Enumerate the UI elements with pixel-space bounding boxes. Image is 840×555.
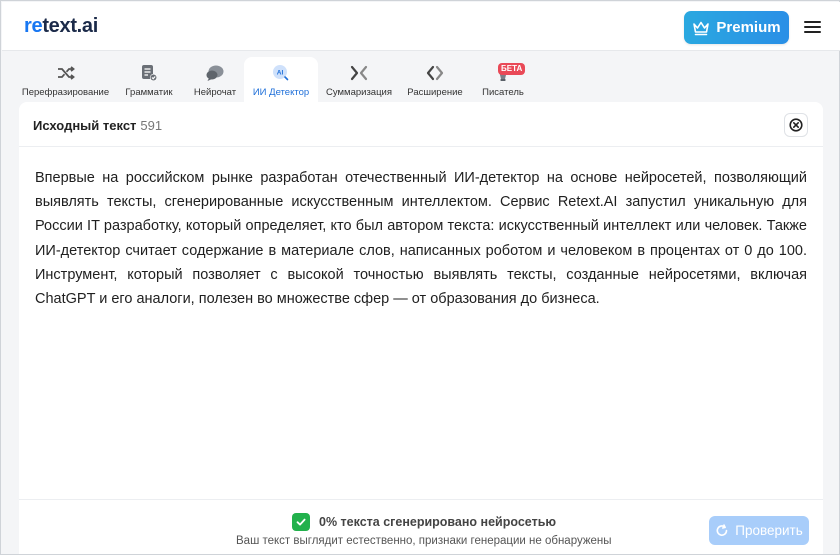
tab-label-ai-detector: ИИ Детектор [252, 87, 310, 98]
tab-neurochat[interactable]: Нейрочат [186, 57, 244, 103]
expand-arrows-icon [426, 65, 444, 81]
logo[interactable]: retext.ai [24, 15, 98, 38]
tab-label-writer: Писатель [482, 87, 524, 98]
premium-label: Premium [716, 19, 781, 36]
tab-paraphrase[interactable]: Перефразирование [19, 57, 112, 103]
result-footer: 0% текста сгенерировано нейросетью Ваш т… [19, 499, 823, 554]
panel-title-label: Исходный текст [33, 118, 137, 133]
clear-text-button[interactable] [784, 113, 808, 137]
logo-rest: text.ai [42, 15, 99, 37]
beta-badge: БЕТА [498, 63, 526, 75]
hamburger-menu-icon[interactable] [801, 16, 823, 38]
tab-label-summarization: Суммаризация [326, 87, 392, 98]
result-line: 0% текста сгенерировано нейросетью [292, 513, 556, 531]
source-text-panel: Исходный текст 591 Впервые на российском … [19, 102, 823, 554]
shuffle-icon [57, 66, 75, 80]
tab-label-paraphrase: Перефразирование [21, 87, 110, 98]
compress-arrows-icon [350, 65, 368, 81]
refresh-icon [716, 523, 728, 536]
check-button-label: Проверить [735, 523, 803, 538]
result-subtext: Ваш текст выглядит естественно, признаки… [236, 535, 612, 547]
tab-label-expansion: Расширение [407, 87, 463, 98]
source-text-area[interactable]: Впервые на российском рынке разработан о… [35, 166, 807, 311]
close-circle-icon [789, 118, 803, 132]
top-header: retext.ai Premium [2, 2, 840, 51]
app-frame: retext.ai Premium Перефразирование Грамм… [0, 0, 840, 555]
premium-button[interactable]: Premium [684, 11, 789, 44]
chat-bubbles-icon [206, 65, 224, 81]
tab-label-grammar: Грамматик [125, 87, 173, 98]
check-button[interactable]: Проверить [709, 516, 809, 545]
character-count: 591 [140, 118, 163, 133]
tab-summarization[interactable]: Суммаризация [318, 57, 400, 103]
panel-title: Исходный текст 591 [33, 118, 162, 133]
document-check-icon [142, 65, 158, 82]
result-headline: 0% текста сгенерировано нейросетью [319, 515, 557, 529]
tab-expansion[interactable]: Расширение [400, 57, 470, 103]
tab-label-neurochat: Нейрочат [193, 87, 237, 98]
svg-text:AI: AI [277, 70, 284, 77]
logo-prefix: re [24, 15, 43, 37]
checkmark-icon [292, 513, 310, 531]
ai-detector-icon: AI [273, 65, 289, 81]
tool-tabs: Перефразирование Грамматик Нейрочат AI И… [19, 57, 536, 103]
tab-writer[interactable]: БЕТА Писатель [470, 57, 536, 103]
panel-header: Исходный текст 591 [19, 102, 823, 147]
tab-grammar[interactable]: Грамматик [112, 57, 186, 103]
tab-ai-detector[interactable]: AI ИИ Детектор [244, 57, 318, 103]
crown-icon [693, 21, 710, 35]
